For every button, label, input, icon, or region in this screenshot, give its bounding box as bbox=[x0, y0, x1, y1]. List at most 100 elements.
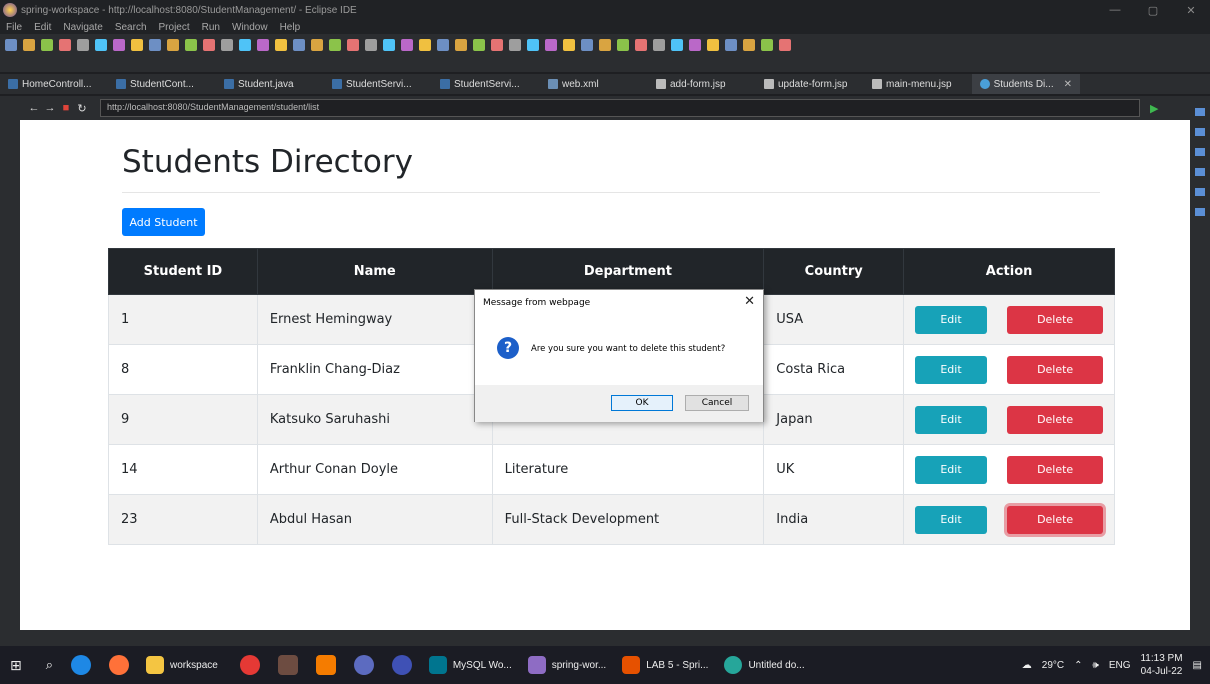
tab-student-java[interactable]: Student.java bbox=[216, 74, 324, 94]
toolbar-button-icon[interactable] bbox=[581, 39, 593, 51]
edit-button[interactable]: Edit bbox=[915, 455, 987, 484]
toolbar-button-icon[interactable] bbox=[671, 39, 683, 51]
toolbar-button-icon[interactable] bbox=[59, 39, 71, 51]
toolbar-button-icon[interactable] bbox=[149, 39, 161, 51]
delete-button[interactable]: Delete bbox=[1007, 305, 1104, 334]
view-icon[interactable] bbox=[1195, 128, 1205, 136]
edit-button[interactable]: Edit bbox=[915, 405, 987, 434]
toolbar-button-icon[interactable] bbox=[275, 39, 287, 51]
go-icon[interactable]: ▶ bbox=[1150, 102, 1158, 115]
toolbar-button-icon[interactable] bbox=[95, 39, 107, 51]
vlc-icon[interactable] bbox=[315, 655, 336, 675]
chrome-icon[interactable] bbox=[239, 655, 260, 675]
tab-web-xml[interactable]: web.xml bbox=[540, 74, 648, 94]
tab-update-form[interactable]: update-form.jsp bbox=[756, 74, 864, 94]
delete-button[interactable]: Delete bbox=[1007, 405, 1104, 434]
close-icon[interactable]: ✕ bbox=[744, 294, 755, 309]
toolbar-button-icon[interactable] bbox=[761, 39, 773, 51]
taskbar-app-workspace[interactable]: workspace bbox=[138, 646, 226, 684]
volume-icon[interactable]: 🕪 bbox=[1093, 660, 1099, 671]
menu-run[interactable]: Run bbox=[196, 22, 226, 33]
menu-help[interactable]: Help bbox=[274, 22, 307, 33]
taskbar-app-lab5[interactable]: LAB 5 - Spri... bbox=[614, 646, 716, 684]
toolbar-button-icon[interactable] bbox=[473, 39, 485, 51]
menu-project[interactable]: Project bbox=[153, 22, 196, 33]
toolbar-button-icon[interactable] bbox=[239, 39, 251, 51]
tab-studentservice-2[interactable]: StudentServi... bbox=[432, 74, 540, 94]
firefox-icon[interactable] bbox=[109, 655, 130, 675]
delete-button[interactable]: Delete bbox=[1007, 455, 1104, 484]
menu-search[interactable]: Search bbox=[109, 22, 153, 33]
clock[interactable]: 11:13 PM 04-Jul-22 bbox=[1140, 652, 1182, 678]
toolbar-button-icon[interactable] bbox=[41, 39, 53, 51]
toolbar-button-icon[interactable] bbox=[401, 39, 413, 51]
toolbar-button-icon[interactable] bbox=[383, 39, 395, 51]
delete-button[interactable]: Delete bbox=[1007, 355, 1104, 384]
notifications-icon[interactable]: ▤ bbox=[1193, 660, 1202, 671]
back-icon[interactable]: ← bbox=[26, 102, 42, 114]
toolbar-button-icon[interactable] bbox=[617, 39, 629, 51]
toolbar-button-icon[interactable] bbox=[365, 39, 377, 51]
chevron-up-icon[interactable]: ⌃ bbox=[1074, 660, 1082, 671]
toolbar-button-icon[interactable] bbox=[725, 39, 737, 51]
toolbar-button-icon[interactable] bbox=[509, 39, 521, 51]
qbittorrent-icon[interactable] bbox=[353, 655, 374, 675]
toolbar-button-icon[interactable] bbox=[113, 39, 125, 51]
toolbar-button-icon[interactable] bbox=[689, 39, 701, 51]
windows-start-icon[interactable]: ⊞ bbox=[10, 657, 22, 674]
stop-icon[interactable]: ■ bbox=[58, 102, 74, 114]
tab-homecontroller[interactable]: HomeControll... bbox=[0, 74, 108, 94]
toolbar-button-icon[interactable] bbox=[653, 39, 665, 51]
restore-icon[interactable]: ▢ bbox=[1134, 0, 1172, 20]
toolbar-button-icon[interactable] bbox=[203, 39, 215, 51]
menu-window[interactable]: Window bbox=[226, 22, 274, 33]
edit-button[interactable]: Edit bbox=[915, 355, 987, 384]
tab-students-directory[interactable]: Students Di... ✕ bbox=[972, 74, 1080, 94]
toolbar-button-icon[interactable] bbox=[437, 39, 449, 51]
toolbar-button-icon[interactable] bbox=[455, 39, 467, 51]
toolbar-button-icon[interactable] bbox=[527, 39, 539, 51]
toolbar-button-icon[interactable] bbox=[563, 39, 575, 51]
toolbar-button-icon[interactable] bbox=[491, 39, 503, 51]
toolbar-button-icon[interactable] bbox=[131, 39, 143, 51]
toolbar-button-icon[interactable] bbox=[23, 39, 35, 51]
close-icon[interactable]: ✕ bbox=[1064, 79, 1072, 90]
view-icon[interactable] bbox=[1195, 168, 1205, 176]
toolbar-button-icon[interactable] bbox=[545, 39, 557, 51]
calendar-app-icon[interactable] bbox=[277, 655, 298, 675]
eclipse-taskbar-icon[interactable] bbox=[391, 655, 412, 675]
taskbar-app-spring[interactable]: spring-wor... bbox=[520, 646, 614, 684]
ok-button[interactable]: OK bbox=[611, 395, 673, 411]
toolbar-button-icon[interactable] bbox=[77, 39, 89, 51]
toolbar-button-icon[interactable] bbox=[257, 39, 269, 51]
delete-button[interactable]: Delete bbox=[1007, 505, 1104, 534]
close-icon[interactable]: ✕ bbox=[1172, 0, 1210, 20]
tab-main-menu[interactable]: main-menu.jsp bbox=[864, 74, 972, 94]
search-icon[interactable]: ⌕ bbox=[46, 657, 53, 673]
toolbar-button-icon[interactable] bbox=[167, 39, 179, 51]
add-student-button[interactable]: Add Student bbox=[122, 208, 205, 236]
forward-icon[interactable]: → bbox=[42, 102, 58, 114]
toolbar-button-icon[interactable] bbox=[311, 39, 323, 51]
toolbar-button-icon[interactable] bbox=[221, 39, 233, 51]
edit-button[interactable]: Edit bbox=[915, 505, 987, 534]
toolbar-button-icon[interactable] bbox=[5, 39, 17, 51]
view-icon[interactable] bbox=[1195, 148, 1205, 156]
view-icon[interactable] bbox=[1195, 108, 1205, 116]
language-indicator[interactable]: ENG bbox=[1109, 660, 1131, 671]
menu-file[interactable]: File bbox=[0, 22, 28, 33]
view-icon[interactable] bbox=[1195, 208, 1205, 216]
tab-studentservice-1[interactable]: StudentServi... bbox=[324, 74, 432, 94]
toolbar-button-icon[interactable] bbox=[293, 39, 305, 51]
minimize-icon[interactable]: — bbox=[1096, 0, 1134, 20]
toolbar-button-icon[interactable] bbox=[347, 39, 359, 51]
taskbar-app-mysql[interactable]: MySQL Wo... bbox=[421, 646, 520, 684]
toolbar-button-icon[interactable] bbox=[743, 39, 755, 51]
toolbar-button-icon[interactable] bbox=[419, 39, 431, 51]
menu-navigate[interactable]: Navigate bbox=[57, 22, 108, 33]
toolbar-button-icon[interactable] bbox=[707, 39, 719, 51]
toolbar-button-icon[interactable] bbox=[635, 39, 647, 51]
toolbar-button-icon[interactable] bbox=[599, 39, 611, 51]
url-input[interactable]: http://localhost:8080/StudentManagement/… bbox=[100, 99, 1140, 117]
toolbar-button-icon[interactable] bbox=[779, 39, 791, 51]
